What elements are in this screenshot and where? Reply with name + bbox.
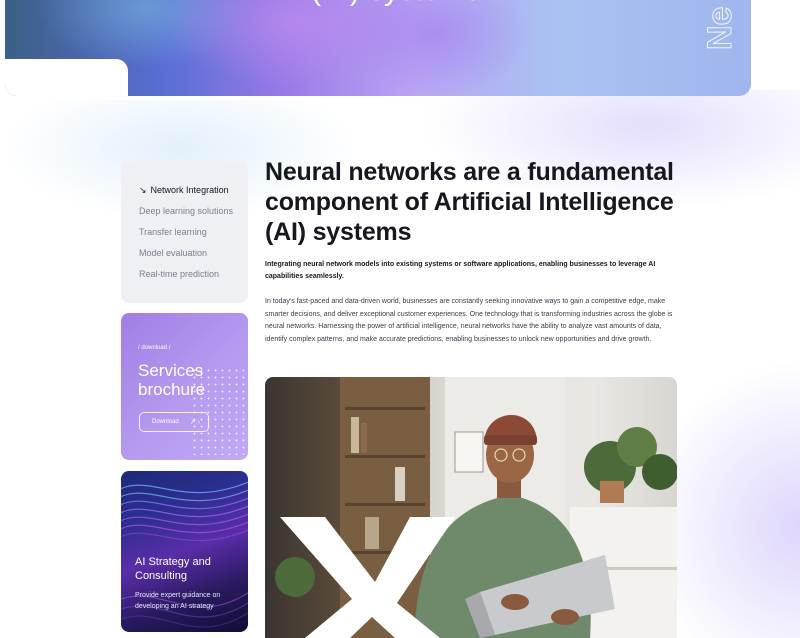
strategy-description: Provide expert guidance on developing an…: [135, 592, 221, 610]
hero-banner: (AI) systems Ne: [5, 0, 751, 96]
nav-item-network-integration[interactable]: ↘ Network Integration: [139, 185, 248, 206]
lead-paragraph: Integrating neural network models into e…: [265, 261, 656, 280]
nav-item-label: Deep learning solutions: [139, 206, 234, 216]
download-button[interactable]: Download ↗ ›: [139, 412, 209, 432]
nav-item-real-time-prediction[interactable]: Real-time prediction: [139, 269, 248, 290]
hero-photo: [265, 377, 677, 638]
service-nav: ↘ Network Integration Deep learning solu…: [121, 161, 248, 303]
nav-item-label: Model evaluation: [139, 248, 208, 258]
nav-item-label: Real-time prediction: [139, 269, 220, 279]
download-button-label: Download: [152, 419, 179, 425]
arrow-up-right-icon: ↗ ›: [189, 419, 200, 426]
nav-item-label: Network Integration: [150, 185, 229, 195]
page-title: Neural networks are a fundamental compon…: [265, 158, 674, 246]
nav-item-deep-learning[interactable]: Deep learning solutions: [139, 206, 248, 227]
hero-wave: [335, 0, 535, 96]
nav-item-transfer-learning[interactable]: Transfer learning: [139, 227, 248, 248]
body-paragraph: In today's fast-paced and data-driven wo…: [265, 298, 673, 343]
brochure-tag: / download /: [138, 345, 171, 351]
nav-item-model-evaluation[interactable]: Model evaluation: [139, 248, 248, 269]
hero-vertical-text: Ne: [701, 6, 740, 50]
brochure-title: Services brochure: [138, 361, 206, 399]
arrow-down-right-icon: ↘: [139, 185, 147, 195]
strategy-title: AI Strategy and Consulting: [135, 556, 211, 582]
hero-title: (AI) systems: [311, 0, 480, 8]
person-with-laptop-image: [275, 377, 677, 638]
nav-item-label: Transfer learning: [139, 227, 207, 237]
brochure-card: / download / Services brochure Download …: [121, 313, 248, 460]
hero-corner-cutout: [5, 59, 128, 96]
strategy-card[interactable]: AI Strategy and Consulting Provide exper…: [121, 471, 248, 632]
